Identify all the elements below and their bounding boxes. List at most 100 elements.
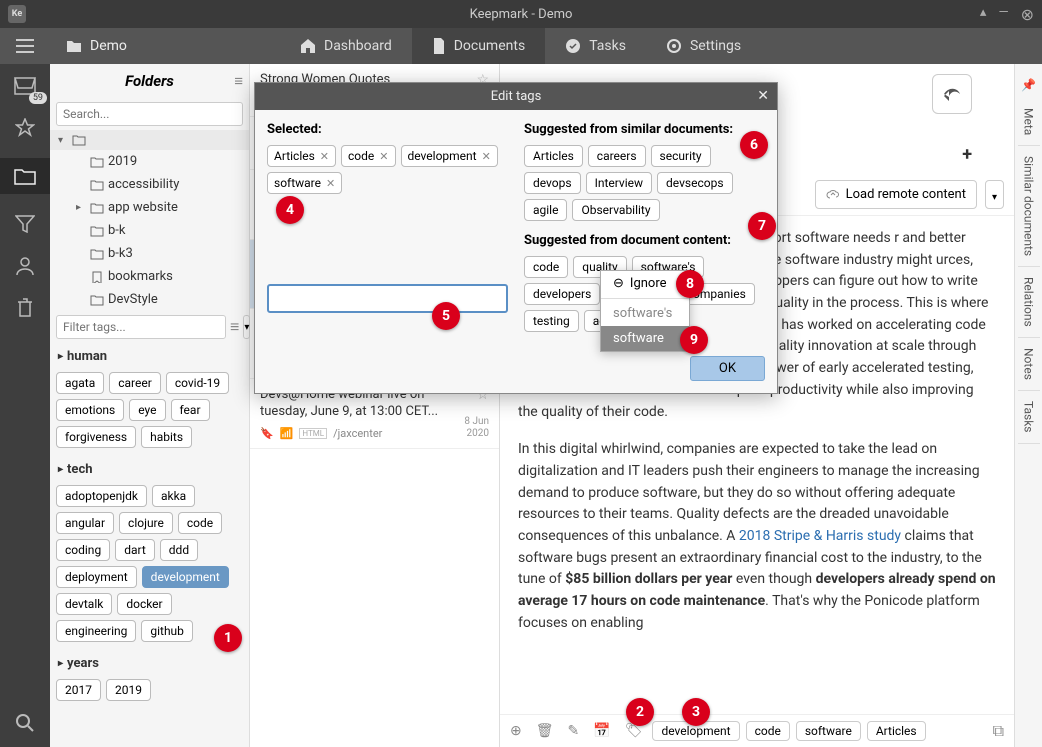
hamburger-menu[interactable] xyxy=(0,28,50,64)
folder-item[interactable]: accessibility xyxy=(50,173,249,196)
content-link[interactable]: 2018 Stripe & Harris study xyxy=(739,528,901,544)
tab-settings[interactable]: Settings xyxy=(646,28,761,64)
filter-tags-input[interactable] xyxy=(56,315,226,339)
tag-chip[interactable]: 2019 xyxy=(106,679,151,701)
suggested-tag[interactable]: code xyxy=(524,256,568,278)
folder-label: DevStyle xyxy=(108,292,158,307)
tab-tasks[interactable]: Tasks xyxy=(545,28,646,64)
tag-chip[interactable]: career xyxy=(109,372,161,394)
minimize-icon[interactable]: — xyxy=(998,5,1008,24)
tag-group-header[interactable]: ▸years xyxy=(56,650,243,677)
tag-chip[interactable]: agata xyxy=(56,372,104,394)
tag-chip[interactable]: adoptopenjdk xyxy=(56,485,147,507)
tag-chip[interactable]: 2017 xyxy=(56,679,101,701)
tag-chip[interactable]: angular xyxy=(56,512,114,534)
suggested-tag[interactable]: devsecops xyxy=(657,172,732,194)
search-input[interactable] xyxy=(56,102,243,126)
star-icon[interactable] xyxy=(13,116,37,140)
suggested-tag[interactable]: developers xyxy=(524,283,600,305)
remove-tag-icon[interactable]: ✕ xyxy=(326,177,335,190)
tag-chip[interactable]: devtalk xyxy=(56,593,112,615)
tag-chip[interactable]: development xyxy=(142,566,229,588)
tag-chip[interactable]: emotions xyxy=(56,399,124,421)
footer-tag[interactable]: code xyxy=(746,721,790,741)
repo-selector[interactable]: Demo xyxy=(50,28,280,64)
folder-item[interactable]: bookmarks xyxy=(50,265,249,288)
annotation-9: 9 xyxy=(680,326,708,354)
suggested-tag[interactable]: agile xyxy=(524,199,567,221)
tag-group-header[interactable]: ▸human xyxy=(56,343,243,370)
footer-tag[interactable]: Articles xyxy=(867,721,926,741)
tag-chip[interactable]: engineering xyxy=(56,620,136,642)
trash-icon[interactable]: 🗑 xyxy=(536,723,554,739)
tab-dashboard[interactable]: Dashboard xyxy=(280,28,412,64)
tag-chip[interactable]: covid-19 xyxy=(166,372,229,394)
right-rail-tab[interactable]: Tasks xyxy=(1018,391,1040,444)
tag-chip[interactable]: docker xyxy=(117,593,171,615)
tag-chip[interactable]: fear xyxy=(171,399,210,421)
right-rail-tab[interactable]: Meta xyxy=(1018,98,1040,146)
tag-chip[interactable]: code xyxy=(178,512,222,534)
tag-chip[interactable]: coding xyxy=(56,539,110,561)
tag-chip[interactable]: forgiveness xyxy=(56,426,136,448)
suggested-tag[interactable]: Articles xyxy=(524,145,583,167)
remove-tag-icon[interactable]: ✕ xyxy=(482,150,491,163)
user-icon[interactable] xyxy=(13,254,37,278)
ok-button[interactable]: OK xyxy=(690,356,765,381)
close-window-icon[interactable]: ⊗ xyxy=(1021,5,1034,24)
folder-item[interactable]: ▸app website xyxy=(50,196,249,219)
suggested-tag[interactable]: Observability xyxy=(572,199,659,221)
copy-icon[interactable]: ⧉ xyxy=(993,721,1004,741)
add-button[interactable]: + xyxy=(962,144,972,165)
pin-icon[interactable]: 📌 xyxy=(1021,72,1036,98)
right-rail-tab[interactable]: Similar documents xyxy=(1018,146,1040,267)
folder-item[interactable]: 2019 xyxy=(50,150,249,173)
target-icon[interactable]: ⊕ xyxy=(510,723,522,739)
folder-rail-icon[interactable] xyxy=(0,158,50,194)
tag-chip[interactable]: habits xyxy=(141,426,192,448)
folder-label: bookmarks xyxy=(108,269,173,284)
tag-chip[interactable]: dart xyxy=(115,539,155,561)
tab-documents[interactable]: Documents xyxy=(412,28,545,64)
tag-group-header[interactable]: ▸tech xyxy=(56,456,243,483)
remove-tag-icon[interactable]: ✕ xyxy=(320,150,329,163)
tag-chip[interactable]: akka xyxy=(152,485,195,507)
dialog-close-button[interactable]: ✕ xyxy=(757,88,769,104)
tag-chip[interactable]: github xyxy=(141,620,193,642)
edit-icon[interactable]: ✎ xyxy=(568,723,580,739)
tag-chip[interactable]: deployment xyxy=(56,566,137,588)
load-remote-dropdown[interactable]: ▾ xyxy=(985,180,1004,209)
inbox-icon[interactable]: 59 xyxy=(13,74,37,98)
share-button[interactable] xyxy=(932,74,972,114)
folder-icon xyxy=(90,202,104,214)
folder-root[interactable]: ▾ xyxy=(50,130,249,150)
footer-tag[interactable]: software xyxy=(796,721,861,741)
filter-icon[interactable] xyxy=(13,212,37,236)
load-remote-button[interactable]: Load remote content xyxy=(815,180,977,209)
context-softwares[interactable]: software's xyxy=(601,301,689,326)
folder-item[interactable]: b-k xyxy=(50,219,249,242)
tag-chip[interactable]: ddd xyxy=(160,539,198,561)
folder-item[interactable]: b-k3 xyxy=(50,242,249,265)
suggested-tag[interactable]: devops xyxy=(524,172,581,194)
suggested-tag[interactable]: security xyxy=(651,145,711,167)
right-rail-tab[interactable]: Relations xyxy=(1018,267,1040,338)
remove-tag-icon[interactable]: ✕ xyxy=(379,150,388,163)
trash-icon[interactable] xyxy=(13,296,37,320)
menu-icon[interactable]: ≡ xyxy=(234,72,243,90)
tag-label: development xyxy=(408,149,477,163)
suggested-tag[interactable]: Interview xyxy=(586,172,652,194)
search-rail-icon[interactable] xyxy=(13,711,37,735)
calendar-icon[interactable]: 📅 xyxy=(593,723,610,739)
context-software[interactable]: software xyxy=(601,326,689,351)
tag-chip[interactable]: eye xyxy=(129,399,165,421)
right-rail-tab[interactable]: Notes xyxy=(1018,338,1040,391)
suggested-tag[interactable]: careers xyxy=(588,145,646,167)
tag-chip[interactable]: clojure xyxy=(119,512,173,534)
menu-icon[interactable]: ≡ xyxy=(230,317,239,337)
tag-input[interactable] xyxy=(267,284,508,313)
footer-icons: ⊕ 🗑 ✎ 📅 🏷 xyxy=(510,723,642,739)
suggested-tag[interactable]: testing xyxy=(524,310,579,332)
folder-item[interactable]: DevStyle xyxy=(50,288,249,311)
caret-up-icon[interactable]: ▴ xyxy=(980,5,987,24)
